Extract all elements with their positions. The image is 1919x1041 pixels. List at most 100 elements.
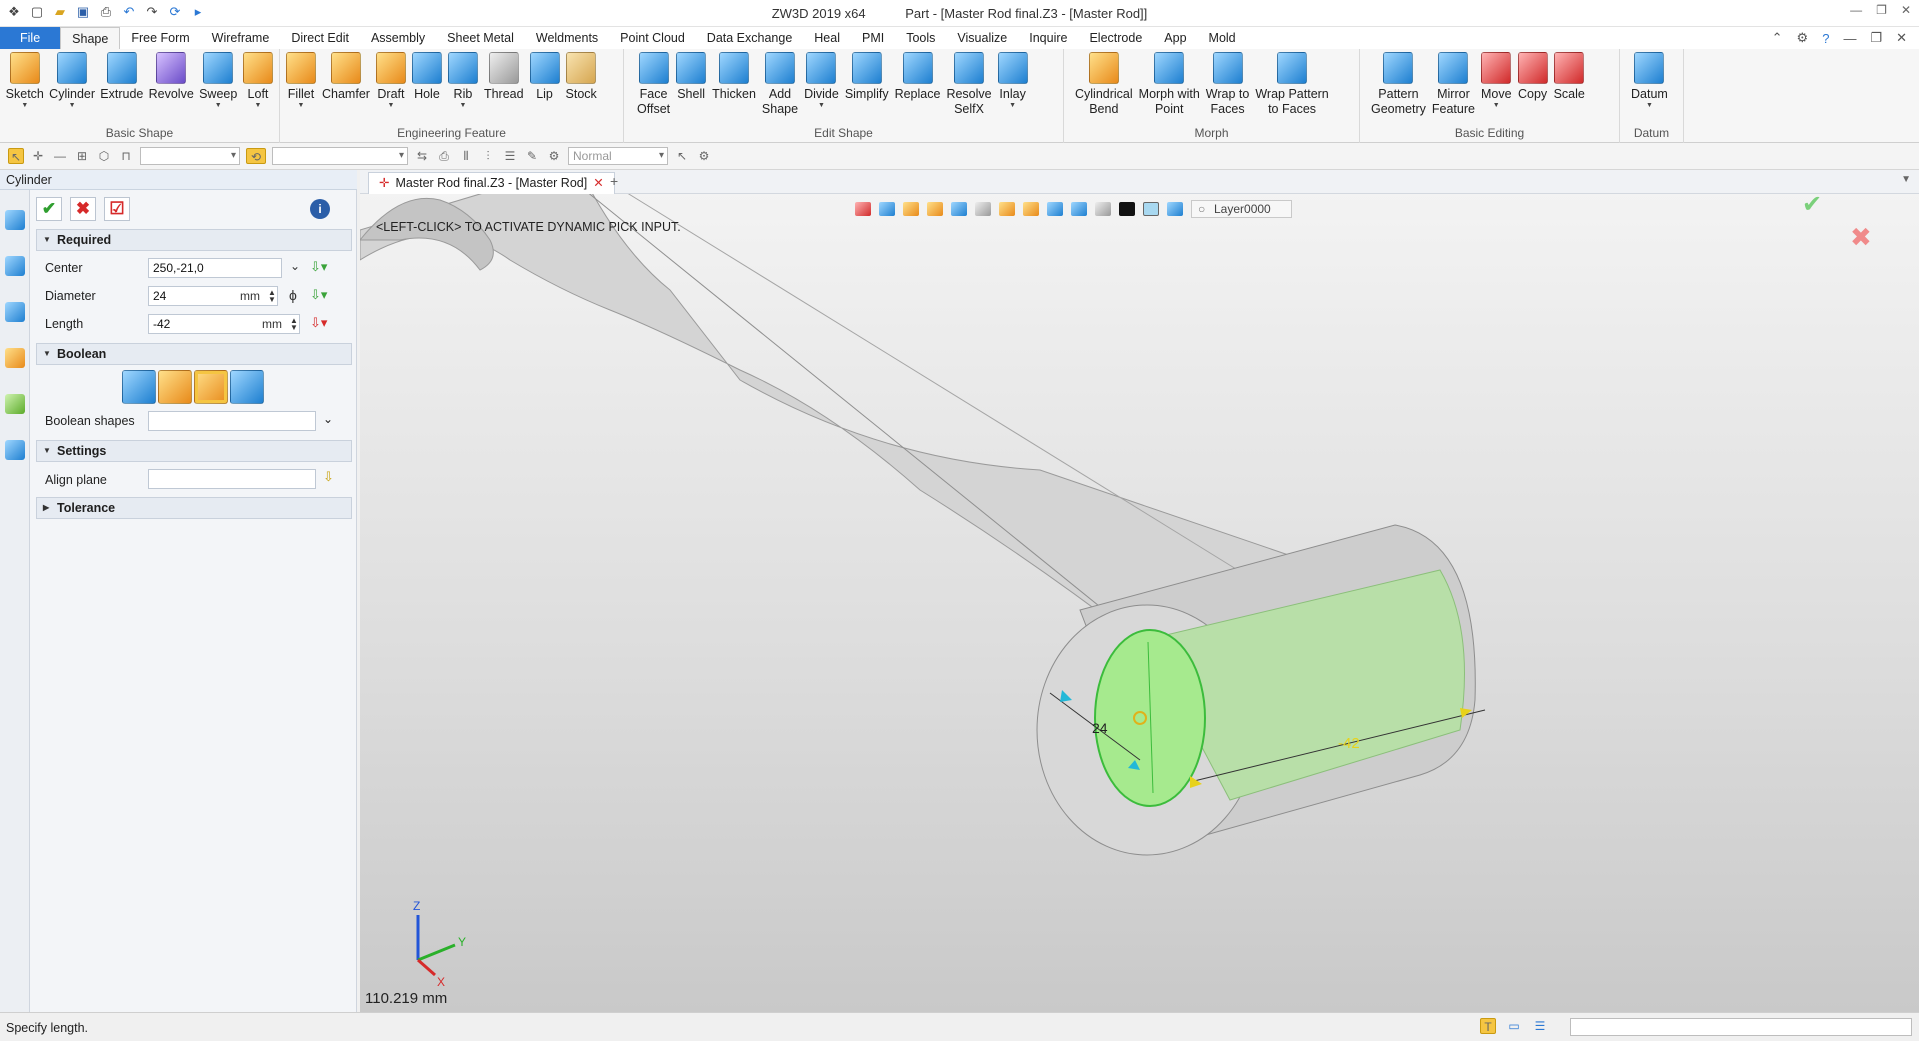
sort-icon[interactable]: ☰ [502,148,518,164]
section-tolerance[interactable]: Tolerance [36,497,352,519]
pick-arrow-icon[interactable]: ↖ [8,148,24,164]
cylindrical-bend-button[interactable]: Cylindrical Bend [1072,49,1136,117]
shell-button[interactable]: Shell [673,49,709,102]
expand-icon[interactable]: ⌄ [290,259,300,273]
loft-button[interactable]: Loft ▼ [240,49,276,110]
clip-icon[interactable] [1071,202,1087,216]
hole-button[interactable]: Hole [409,49,445,102]
menu-direct-edit[interactable]: Direct Edit [280,27,360,49]
menu-file[interactable]: File [0,27,61,49]
diameter-pick-icon[interactable]: ⇩▾ [310,287,327,303]
sketch-button[interactable]: Sketch ▼ [3,49,47,110]
menu-free-form[interactable]: Free Form [120,27,200,49]
info-icon[interactable]: i [310,199,330,219]
close-icon[interactable]: ✕ [1901,3,1911,17]
viewport-ok-icon[interactable]: ✔ [1802,190,1822,219]
length-pick-icon[interactable]: ⇩▾ [310,315,327,331]
pick-plus-icon[interactable]: ✛ [30,148,46,164]
align-plane-pick-icon[interactable]: ⇩ [323,469,334,485]
boolean-expand-icon[interactable]: ⌄ [323,412,333,426]
measure-icon[interactable] [903,202,919,216]
shade-icon[interactable] [927,202,943,216]
minimize-doc-icon[interactable]: — [1843,31,1856,46]
lip-button[interactable]: Lip [527,49,563,102]
boolean-remove-icon[interactable] [194,370,228,404]
document-tab[interactable]: ✛ Master Rod final.Z3 - [Master Rod] ✕ [368,172,615,194]
history-tree-icon[interactable] [5,256,25,276]
pick-minus-icon[interactable]: — [52,148,68,164]
restore-doc-icon[interactable]: ❐ [1870,30,1882,46]
tools-icon[interactable]: ⚙ [696,148,712,164]
display-icon[interactable] [1095,202,1111,216]
help-icon[interactable]: ? [1822,31,1829,46]
menu-wireframe[interactable]: Wireframe [201,27,281,49]
collapse-ribbon-icon[interactable]: ⌃ [1772,30,1783,46]
view-icon[interactable] [1023,202,1039,216]
menu-app[interactable]: App [1153,27,1197,49]
menu-weldments[interactable]: Weldments [525,27,609,49]
section-boolean[interactable]: Boolean [36,343,352,365]
cube-view-icon[interactable] [951,202,967,216]
feature-panel-icon[interactable] [5,210,25,230]
background-icon[interactable] [1143,202,1159,216]
section-view-icon[interactable] [999,202,1015,216]
menu-heal[interactable]: Heal [803,27,851,49]
filter-combo[interactable] [140,147,240,165]
draft-button[interactable]: Draft ▼ [373,49,409,110]
viewport-cancel-icon[interactable]: ✖ [1850,222,1872,253]
print-view-icon[interactable]: ⎙ [436,148,452,164]
align-icon[interactable]: ⇆ [414,148,430,164]
center-input[interactable]: 250,-21,0 [148,258,282,278]
graphics-viewport[interactable]: 24 -42 Z Y X ✔ ✖ [360,170,1919,1012]
menu-visualize[interactable]: Visualize [946,27,1018,49]
smart-pick-icon[interactable]: ⟲ [246,148,266,164]
resource-library-icon[interactable] [5,348,25,368]
cylinder-button[interactable]: Cylinder ▼ [47,49,98,110]
boolean-base-icon[interactable] [122,370,156,404]
restore-icon[interactable]: ❐ [1876,3,1887,17]
assembly-tree-icon[interactable] [5,302,25,322]
length-spinner[interactable]: ▲ ▼ [290,317,298,332]
move-button[interactable]: Move ▼ [1478,49,1515,110]
morph-with-point-button[interactable]: Morph with Point [1136,49,1203,117]
pick-combo[interactable] [272,147,408,165]
status-list-icon[interactable]: ☰ [1532,1018,1548,1034]
center-pick-icon[interactable]: ⇩▾ [310,259,327,275]
apply-button[interactable]: ☑ [104,197,130,221]
cursor-icon[interactable]: ↖ [674,148,690,164]
resolve-selfx-button[interactable]: Resolve SelfX [943,49,994,117]
exit-icon[interactable] [855,202,871,216]
new-tab-icon[interactable]: + [610,173,618,189]
wrap-to-faces-button[interactable]: Wrap to Faces [1203,49,1253,117]
render-mode-combo[interactable]: Normal [568,147,668,165]
pick-shape-icon[interactable]: ⬡ [96,148,112,164]
image-viewer-icon[interactable] [5,394,25,414]
datum-button[interactable]: Datum ▼ [1628,49,1671,110]
replace-button[interactable]: Replace [892,49,944,102]
scale-button[interactable]: Scale [1551,49,1588,102]
cancel-button[interactable]: ✖ [70,197,96,221]
thread-button[interactable]: Thread [481,49,527,102]
user-icon[interactable] [5,440,25,460]
menu-shape[interactable]: Shape [60,27,121,49]
boolean-intersect-icon[interactable] [230,370,264,404]
menu-inquire[interactable]: Inquire [1018,27,1078,49]
extrude-button[interactable]: Extrude [98,49,146,102]
status-screen-icon[interactable]: ▭ [1506,1018,1522,1034]
menu-sheet-metal[interactable]: Sheet Metal [436,27,525,49]
chamfer-button[interactable]: Chamfer [319,49,373,102]
menu-assembly[interactable]: Assembly [360,27,436,49]
sweep-button[interactable]: Sweep ▼ [196,49,240,110]
pin-icon[interactable]: ✎ [524,148,540,164]
pick-mode-icon[interactable]: ⊓ [118,148,134,164]
face-offset-button[interactable]: Face Offset [634,49,673,117]
tab-menu-icon[interactable]: ▼ [1901,174,1911,185]
length-dimension-label[interactable]: -42 [1338,735,1360,752]
close-doc-icon[interactable]: ✕ [1896,30,1907,46]
menu-tools[interactable]: Tools [895,27,946,49]
pick-filter-icon[interactable]: ⊞ [74,148,90,164]
zoom-icon[interactable] [879,202,895,216]
boolean-add-icon[interactable] [158,370,192,404]
section-settings[interactable]: Settings [36,440,352,462]
command-input[interactable] [1570,1018,1912,1036]
